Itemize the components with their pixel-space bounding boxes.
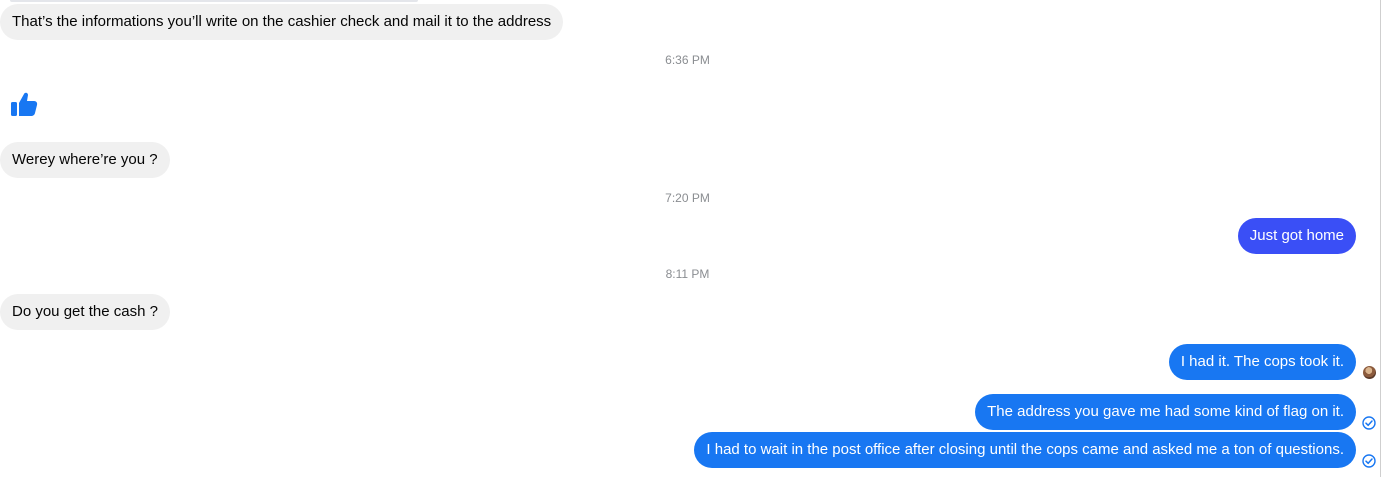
timestamp: 7:20 PM	[665, 191, 710, 205]
outgoing-message[interactable]: I had to wait in the post office after c…	[694, 432, 1356, 468]
previous-message-edge	[10, 0, 418, 2]
incoming-message[interactable]: Do you get the cash ?	[0, 294, 170, 330]
timestamp: 6:36 PM	[665, 53, 710, 67]
timestamp: 8:11 PM	[665, 267, 710, 281]
outgoing-message[interactable]: The address you gave me had some kind of…	[975, 394, 1356, 430]
outgoing-message[interactable]: Just got home	[1237, 218, 1356, 254]
outgoing-message[interactable]: I had it. The cops took it.	[1168, 344, 1356, 380]
sent-check-icon	[1362, 416, 1376, 430]
seen-avatar	[1363, 366, 1376, 379]
scrollbar[interactable]	[1380, 0, 1385, 477]
message-thread: That’s the informations you’ll write on …	[0, 0, 1385, 477]
sent-check-icon	[1362, 454, 1376, 468]
incoming-message[interactable]: That’s the informations you’ll write on …	[0, 4, 564, 40]
incoming-message[interactable]: Werey where’re you ?	[0, 142, 170, 178]
thumbs-up-icon[interactable]	[10, 91, 38, 117]
